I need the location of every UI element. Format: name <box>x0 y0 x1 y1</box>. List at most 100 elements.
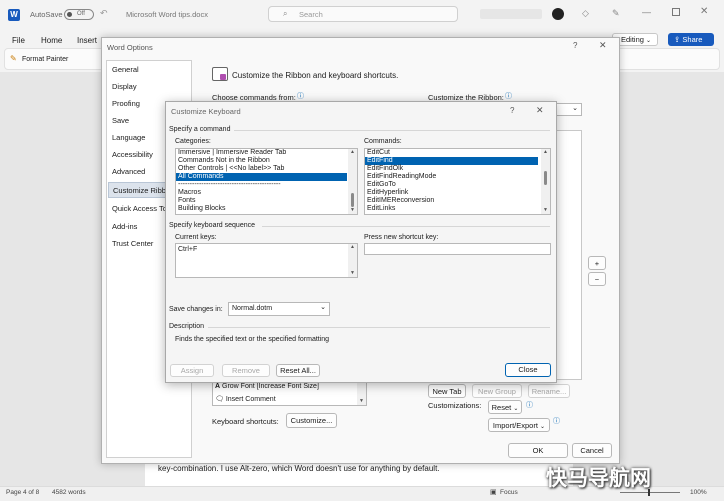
category-item[interactable]: Macros <box>176 189 357 197</box>
word-count[interactable]: 4582 words <box>52 489 86 496</box>
command-item[interactable]: EditGoTo <box>365 181 550 189</box>
move-up-button[interactable]: + <box>588 256 606 270</box>
avatar[interactable] <box>552 8 564 20</box>
new-group-button[interactable]: New Group <box>472 384 522 398</box>
description-label: Description <box>169 323 205 330</box>
rename-button[interactable]: Rename... <box>528 384 570 398</box>
list-item[interactable]: A Grow Font [Increase Font Size] <box>215 383 319 390</box>
import-export-button[interactable]: Import/Export ⌄ <box>488 418 550 432</box>
word-options-help-icon[interactable]: ? <box>573 41 577 50</box>
categories-list[interactable]: Immersive | Immersive Reader Tab Command… <box>175 148 358 215</box>
scroll-up-icon[interactable]: ▲ <box>348 149 357 156</box>
command-item[interactable]: EditCut <box>365 149 550 157</box>
save-changes-value: Normal.dotm <box>232 305 273 312</box>
maximize-icon[interactable] <box>672 8 680 16</box>
options-ok-button[interactable]: OK <box>508 443 568 458</box>
document-body-text: key-combination. I use Alt-zero, which W… <box>158 464 440 473</box>
categories-scrollbar[interactable]: ▲ ▼ <box>348 149 357 214</box>
search-placeholder: Search <box>299 10 323 19</box>
move-down-button[interactable]: − <box>588 272 606 286</box>
specify-sequence-heading: Specify keyboard sequence <box>169 222 255 229</box>
current-key-item[interactable]: Ctrl+F <box>176 244 357 254</box>
minimize-icon[interactable]: — <box>642 7 651 17</box>
zoom-slider[interactable] <box>620 489 680 496</box>
scroll-down-icon[interactable]: ▼ <box>357 398 366 405</box>
nav-general[interactable]: General <box>108 62 192 78</box>
scroll-up-icon[interactable]: ▲ <box>541 149 550 156</box>
new-tab-button[interactable]: New Tab <box>428 384 466 398</box>
scroll-down-icon[interactable]: ▼ <box>541 207 550 214</box>
remove-button[interactable]: Remove <box>222 364 270 377</box>
customize-keyboard-help-icon[interactable]: ? <box>510 106 514 115</box>
categories-scroll-thumb[interactable] <box>351 193 354 207</box>
scroll-down-icon[interactable]: ▼ <box>348 207 357 214</box>
commands-keyboard-scrollbar[interactable]: ▲ ▼ <box>541 149 550 214</box>
list-item[interactable]: 🗨 Insert Comment <box>215 395 276 403</box>
category-item[interactable]: Immersive | Immersive Reader Tab <box>176 149 357 157</box>
autosave-toggle[interactable]: Off <box>64 9 94 20</box>
current-keys-list[interactable]: Ctrl+F ▲ ▼ <box>175 243 358 278</box>
chevron-down-icon: ⌄ <box>572 105 578 112</box>
pen-icon[interactable]: ✎ <box>612 8 620 19</box>
category-item[interactable]: Commands Not in the Ribbon <box>176 157 357 165</box>
commands-scroll-thumb[interactable] <box>544 171 547 185</box>
current-keys-label: Current keys: <box>175 234 217 241</box>
customize-keyboard-title: Customize Keyboard <box>171 107 241 116</box>
word-options-close-icon[interactable]: ✕ <box>599 40 607 51</box>
save-changes-select[interactable]: Normal.dotm ⌄ <box>228 302 330 316</box>
focus-label[interactable]: Focus <box>500 489 518 496</box>
assign-button[interactable]: Assign <box>170 364 214 377</box>
reset-all-button[interactable]: Reset All... <box>276 364 320 377</box>
reset-label: Reset <box>491 403 512 412</box>
options-heading: Customize the Ribbon and keyboard shortc… <box>232 71 399 80</box>
close-button[interactable]: Close <box>505 363 551 377</box>
commands-label: Commands: <box>364 138 402 145</box>
category-item[interactable]: Building Blocks <box>176 205 357 213</box>
word-options-title: Word Options <box>107 43 153 52</box>
chevron-down-icon: ⌄ <box>540 424 546 430</box>
command-item[interactable]: EditLinks <box>365 205 550 213</box>
command-item-selected[interactable]: EditFind <box>365 157 538 165</box>
ribbon-tab-home[interactable]: Home <box>41 36 62 45</box>
import-export-info-icon: ⓘ <box>553 418 560 425</box>
press-new-shortcut-input[interactable] <box>364 243 551 255</box>
share-icon: ⇪ <box>674 35 681 44</box>
command-item[interactable]: EditFindReadingMode <box>365 173 550 181</box>
page-count[interactable]: Page 4 of 8 <box>6 489 39 496</box>
close-window-icon[interactable]: ✕ <box>700 6 708 17</box>
chevron-down-icon: ⌄ <box>646 38 652 44</box>
scroll-down-icon[interactable]: ▼ <box>348 270 357 277</box>
categories-label: Categories: <box>175 138 211 145</box>
share-button[interactable]: ⇪ Share <box>668 33 714 46</box>
account-area[interactable] <box>480 9 542 19</box>
scroll-up-icon[interactable]: ▲ <box>348 244 357 251</box>
nav-display[interactable]: Display <box>108 79 192 95</box>
document-title: Microsoft Word tips.docx <box>126 10 208 19</box>
customizations-label: Customizations: <box>428 401 482 410</box>
command-item[interactable]: EditIMEReconversion <box>365 197 550 205</box>
category-item[interactable]: Fonts <box>176 197 357 205</box>
ribbon-tab-insert[interactable]: Insert <box>77 36 97 45</box>
ribbon-tab-file[interactable]: File <box>12 36 25 45</box>
choose-commands-info-icon: ⓘ <box>297 93 304 100</box>
options-cancel-button[interactable]: Cancel <box>572 443 612 458</box>
zoom-level[interactable]: 100% <box>690 489 707 496</box>
category-item-selected[interactable]: All Commands <box>176 173 347 181</box>
format-painter-icon: ✎ <box>10 54 17 63</box>
customize-button[interactable]: Customize... <box>286 413 337 428</box>
current-keys-scrollbar[interactable]: ▲ ▼ <box>348 244 357 277</box>
commands-keyboard-list[interactable]: EditCut EditFind EditFindOlk EditFindRea… <box>364 148 551 215</box>
reset-button[interactable]: Reset ⌄ <box>488 400 522 414</box>
category-item[interactable]: Other Controls | <<No label>> Tab <box>176 165 357 173</box>
format-painter-button[interactable]: Format Painter <box>22 56 68 63</box>
focus-icon[interactable]: ▣ <box>490 488 497 496</box>
comment-icon: 🗨 <box>215 396 224 403</box>
customize-keyboard-close-icon[interactable]: ✕ <box>536 105 544 116</box>
command-item[interactable]: EditFindOlk <box>365 165 550 173</box>
search-box[interactable]: ⌕ Search <box>268 6 458 22</box>
watermark: 快马导航网 <box>546 467 651 490</box>
editing-label: Editing <box>621 35 644 44</box>
diamond-icon[interactable]: ◇ <box>582 8 589 19</box>
command-item[interactable]: EditHyperlink <box>365 189 550 197</box>
undo-icon[interactable]: ↶ <box>100 8 108 19</box>
